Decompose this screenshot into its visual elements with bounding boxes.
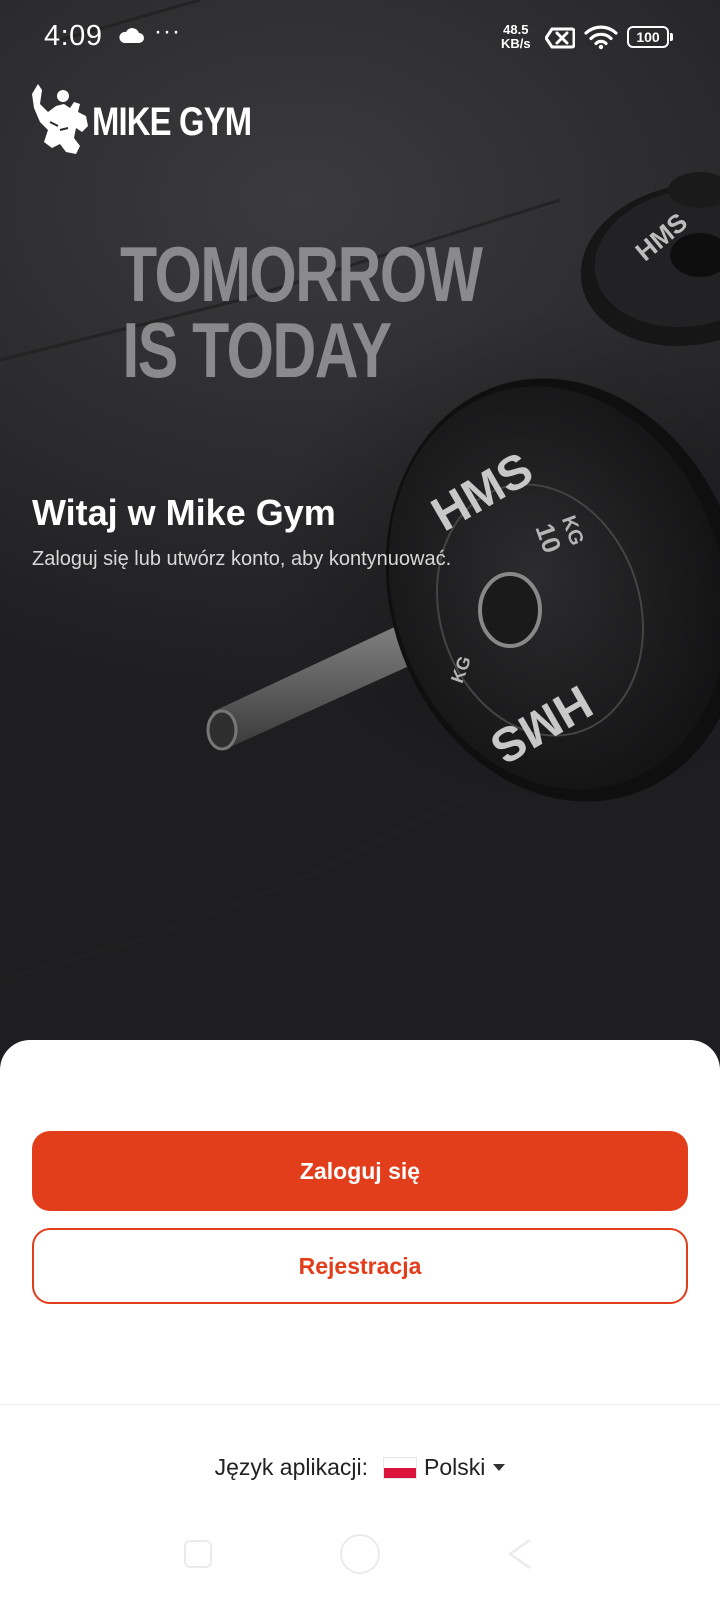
- register-button[interactable]: Rejestracja: [32, 1228, 688, 1304]
- cloud-icon: [119, 28, 144, 43]
- language-selected: Polski: [424, 1454, 486, 1480]
- language-selector[interactable]: Polski: [384, 1454, 506, 1481]
- status-time: 4:09: [44, 20, 103, 52]
- recents-button[interactable]: [184, 1540, 212, 1568]
- wifi-icon: [584, 25, 618, 50]
- welcome-title: Witaj w Mike Gym: [32, 492, 336, 533]
- language-row: Język aplikacji: Polski: [0, 1454, 720, 1481]
- network-speed: 48.5 KB/s: [501, 23, 531, 51]
- poland-flag-icon: [384, 1457, 417, 1478]
- network-speed-unit: KB/s: [501, 36, 531, 51]
- no-sim-icon: [545, 27, 575, 49]
- caret-down-icon: [493, 1464, 506, 1471]
- home-button[interactable]: [340, 1534, 380, 1574]
- bodybuilder-logo-icon: [32, 84, 88, 154]
- login-button[interactable]: Zaloguj się: [32, 1131, 688, 1211]
- app-logo: MIKE GYM: [30, 82, 286, 158]
- battery-icon: 100: [627, 26, 673, 48]
- slogan: TOMORROW IS TODAY: [120, 230, 483, 394]
- app-logo-text: MIKE GYM: [92, 99, 252, 144]
- slogan-line-1: TOMORROW: [120, 230, 483, 318]
- welcome-subtitle: Zaloguj się lub utwórz konto, aby kontyn…: [32, 548, 452, 570]
- language-label: Język aplikacji:: [214, 1454, 369, 1480]
- divider: [0, 1404, 720, 1405]
- back-button[interactable]: [506, 1538, 534, 1570]
- front-weight-plate: HMS HMS 10 KG KG: [385, 378, 720, 802]
- more-notifications-icon: ···: [154, 18, 181, 45]
- status-bar: 4:09 ··· 48.5 KB/s 100: [0, 0, 720, 76]
- back-weight-plate: HMS: [580, 172, 720, 347]
- system-nav-bar: [0, 1500, 720, 1600]
- slogan-line-2: IS TODAY: [122, 306, 392, 394]
- network-speed-value: 48.5: [503, 22, 529, 37]
